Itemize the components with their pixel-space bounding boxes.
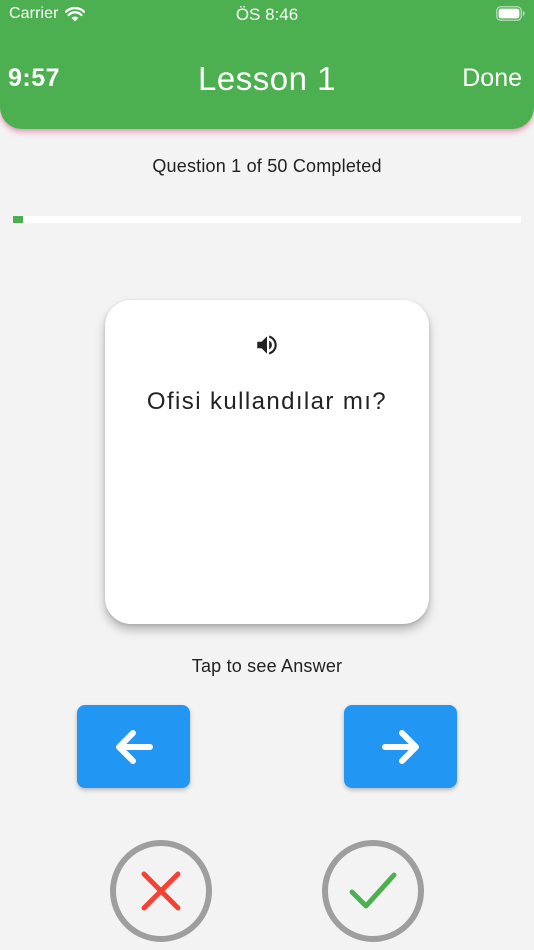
wrong-answer-button[interactable] xyxy=(110,840,212,942)
next-button[interactable] xyxy=(344,705,457,788)
progress-bar-fill xyxy=(13,216,24,223)
question-text: Ofisi kullandılar mı? xyxy=(146,388,388,415)
arrow-right-icon xyxy=(381,729,419,764)
cross-icon xyxy=(141,871,181,911)
progress-bar xyxy=(13,216,521,223)
speaker-icon[interactable] xyxy=(254,332,280,358)
check-icon xyxy=(349,872,397,909)
battery-icon xyxy=(496,6,525,21)
correct-answer-button[interactable] xyxy=(322,840,424,942)
page-title: Lesson 1 xyxy=(198,60,336,97)
done-button[interactable]: Done xyxy=(462,64,522,93)
flashcard-screen: Carrier ÖS 8:46 9:57 Lesson 1 Done Quest… xyxy=(0,0,534,950)
arrow-left-icon xyxy=(115,729,153,764)
status-time: ÖS 8:46 xyxy=(235,5,299,24)
status-bar: Carrier ÖS 8:46 xyxy=(0,0,534,28)
flashcard[interactable]: Ofisi kullandılar mı? xyxy=(105,300,429,624)
app-header: Carrier ÖS 8:46 9:57 Lesson 1 Done xyxy=(0,0,534,129)
previous-button[interactable] xyxy=(77,705,190,788)
tap-hint: Tap to see Answer xyxy=(191,656,343,676)
progress-label: Question 1 of 50 Completed xyxy=(152,156,382,176)
